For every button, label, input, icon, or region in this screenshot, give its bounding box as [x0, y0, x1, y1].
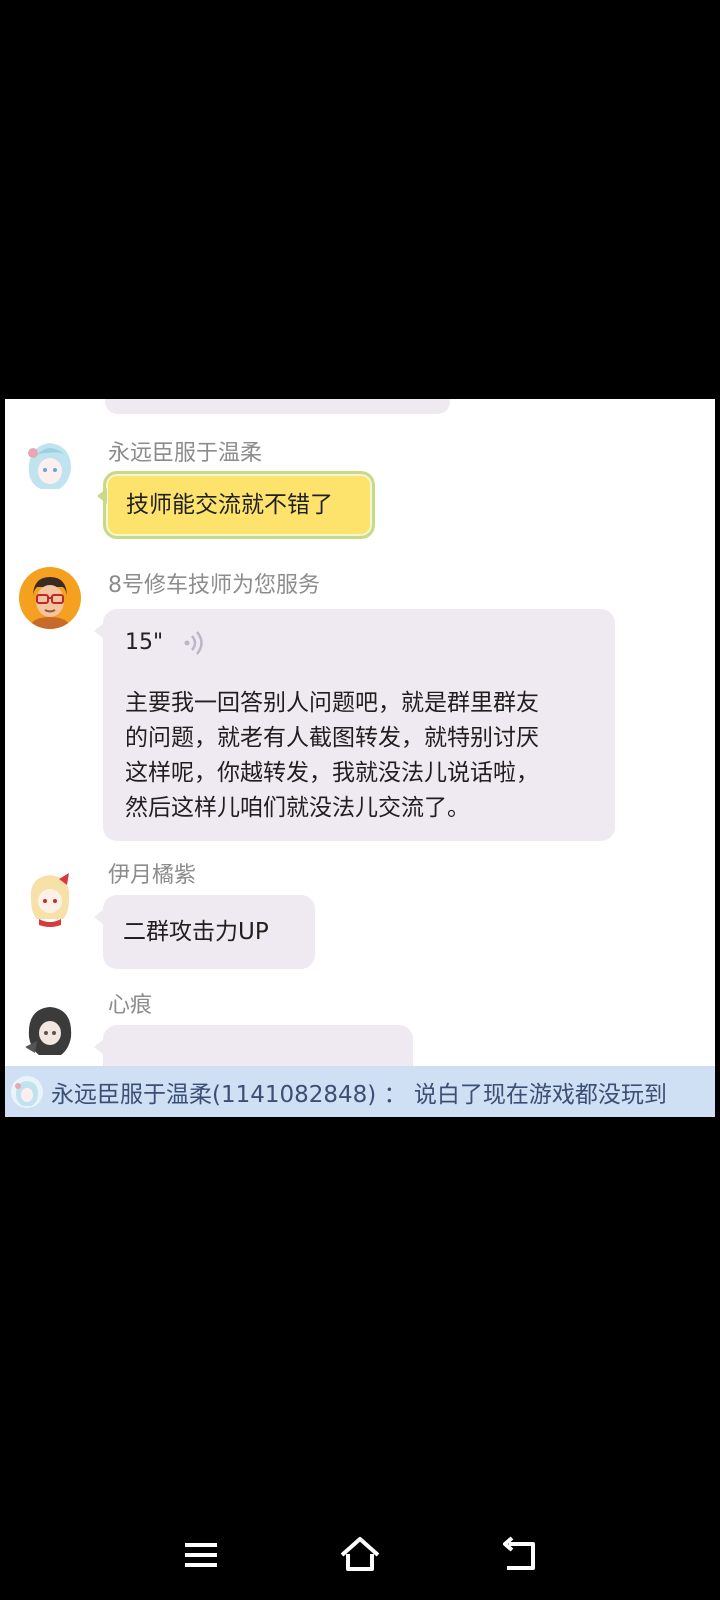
menu-icon[interactable] [178, 1532, 224, 1578]
transcript-line: 主要我一回答别人问题吧，就是群里群友 [125, 690, 539, 716]
transcript-line: 然后这样儿咱们就没法儿交流了。 [125, 795, 470, 821]
sender-name: 8号修车技师为您服务 [108, 573, 320, 598]
previous-message-bubble [105, 399, 450, 414]
sender-name: 永远臣服于温柔 [108, 441, 263, 466]
notification-text: 永远臣服于温柔(1141082848) ： 说白了现在游戏都没玩到 [51, 1081, 667, 1108]
avatar[interactable] [19, 433, 81, 495]
voice-duration: 15" [125, 630, 164, 655]
message-bubble[interactable]: 技师能交流就不错了 [97, 471, 375, 539]
message-text: 技师能交流就不错了 [126, 491, 333, 518]
message-bubble[interactable]: 二群攻击力UP [94, 895, 315, 969]
voice-transcript: 主要我一回答别人问题吧，就是群里群友 的问题，就老有人截图转发，就特别讨厌 这样… [125, 686, 593, 826]
avatar[interactable] [19, 997, 81, 1059]
back-icon[interactable] [497, 1532, 543, 1578]
notification-avatar [11, 1075, 43, 1108]
sender-name: 伊月橘紫 [108, 863, 197, 888]
chat-panel: 永远臣服于温柔 技师能交流就不错了 8号修车技师为您服务 15" 主要我一回答别… [5, 399, 715, 1117]
transcript-line: 这样呢，你越转发，我就没法儿说话啦， [125, 760, 539, 786]
system-navigation-bar [0, 1520, 720, 1590]
transcript-line: 的问题，就老有人截图转发，就特别讨厌 [125, 725, 539, 751]
notification-bar[interactable]: 永远臣服于温柔(1141082848) ： 说白了现在游戏都没玩到 [5, 1066, 715, 1117]
voice-player[interactable]: 15" [125, 625, 593, 660]
voice-message-bubble[interactable]: 15" 主要我一回答别人问题吧，就是群里群友 的问题，就老有人截图转发，就特别讨… [94, 609, 615, 841]
avatar[interactable] [19, 567, 81, 629]
sender-name: 心痕 [108, 993, 153, 1018]
message-text: 二群攻击力UP [123, 918, 269, 945]
home-icon[interactable] [337, 1532, 383, 1578]
voice-wave-icon[interactable] [181, 628, 211, 658]
avatar[interactable] [19, 865, 81, 927]
